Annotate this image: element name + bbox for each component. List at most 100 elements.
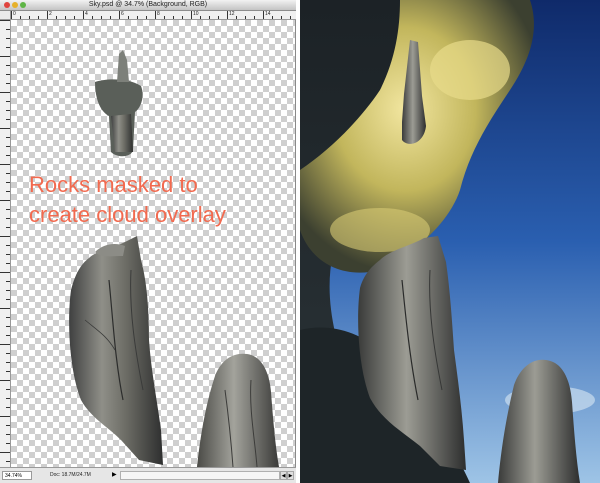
ruler-tick xyxy=(6,65,10,66)
ruler-tick xyxy=(182,16,183,19)
ruler-tick xyxy=(6,461,10,462)
ruler-tick xyxy=(6,254,10,255)
horizontal-scrollbar[interactable] xyxy=(120,471,280,480)
ruler-tick xyxy=(6,173,10,174)
rock-spire-small xyxy=(95,50,143,157)
ruler-tick xyxy=(146,16,147,19)
ruler-tick xyxy=(6,353,10,354)
ruler-tick xyxy=(6,119,10,120)
ruler-tick xyxy=(56,16,57,19)
ruler-tick xyxy=(29,16,30,19)
ruler-tick xyxy=(6,434,10,435)
ruler-tick xyxy=(74,16,75,19)
ruler-tick xyxy=(6,218,10,219)
ruler-tick xyxy=(6,362,10,363)
ruler-label: 6 xyxy=(121,11,124,17)
document-size-info[interactable]: Doc: 18.7M/24.7M xyxy=(50,471,112,480)
ruler-tick xyxy=(164,16,165,19)
ruler-label: 8 xyxy=(157,11,160,17)
ruler-tick xyxy=(0,344,10,345)
triangle-right-icon[interactable]: ▶ xyxy=(112,471,117,480)
document-canvas[interactable]: Rocks masked to create cloud overlay xyxy=(11,20,295,467)
ruler-tick xyxy=(65,16,66,19)
ruler-tick xyxy=(173,16,174,19)
ruler-tick xyxy=(281,16,282,19)
composite-sky-image xyxy=(300,0,600,483)
ruler-tick xyxy=(6,29,10,30)
ruler-tick xyxy=(6,425,10,426)
ruler-tick xyxy=(119,11,120,19)
ruler-tick xyxy=(6,326,10,327)
ruler-tick xyxy=(6,227,10,228)
ruler-tick xyxy=(155,11,156,19)
zoom-level-field[interactable]: 34.74% xyxy=(2,471,32,480)
ruler-tick xyxy=(0,308,10,309)
ruler-tick xyxy=(6,317,10,318)
ruler-tick xyxy=(6,191,10,192)
ruler-tick xyxy=(290,16,291,19)
ruler-tick xyxy=(6,299,10,300)
ruler-tick xyxy=(6,389,10,390)
ruler-tick xyxy=(6,83,10,84)
ruler-tick xyxy=(0,56,10,57)
scroll-right-icon[interactable]: ▶ xyxy=(287,471,294,480)
ruler-tick xyxy=(11,11,12,19)
caption-line-1: Rocks masked to xyxy=(29,172,198,197)
ruler-tick xyxy=(137,16,138,19)
scroll-left-icon[interactable]: ◀ xyxy=(280,471,287,480)
ruler-tick xyxy=(6,263,10,264)
caption-line-2: create cloud overlay xyxy=(29,202,226,227)
ruler-tick xyxy=(0,380,10,381)
ruler-tick xyxy=(245,16,246,19)
ruler-tick xyxy=(0,200,10,201)
ruler-tick xyxy=(6,155,10,156)
sky-cloud-composite xyxy=(300,0,600,483)
ruler-tick xyxy=(254,16,255,19)
ruler-tick xyxy=(6,182,10,183)
ruler-tick xyxy=(6,146,10,147)
annotation-caption: Rocks masked to create cloud overlay xyxy=(29,170,289,230)
photoshop-document-window: Sky.psd @ 34.7% (Background, RGB) 0 2 4 6 8 1… xyxy=(0,0,296,483)
ruler-tick xyxy=(0,164,10,165)
ruler-tick xyxy=(0,20,10,21)
ruler-tick xyxy=(200,16,201,19)
ruler-tick xyxy=(6,38,10,39)
ruler-label: 10 xyxy=(193,11,199,17)
ruler-tick xyxy=(38,16,39,19)
horizontal-ruler[interactable]: 0 2 4 6 8 10 12 14 xyxy=(11,11,296,20)
ruler-tick xyxy=(110,16,111,19)
ruler-tick xyxy=(6,110,10,111)
ruler-tick xyxy=(236,16,237,19)
ruler-label: 12 xyxy=(229,11,235,17)
window-title: Sky.psd @ 34.7% (Background, RGB) xyxy=(88,1,208,8)
ruler-tick xyxy=(6,101,10,102)
ruler-tick xyxy=(6,47,10,48)
ruler-tick xyxy=(0,416,10,417)
ruler-tick xyxy=(0,272,10,273)
rock-pillar-large xyxy=(69,236,163,465)
masked-rocks-layer xyxy=(69,50,279,467)
window-title-bar[interactable]: Sky.psd @ 34.7% (Background, RGB) xyxy=(0,0,296,11)
ruler-tick xyxy=(92,16,93,19)
ruler-tick xyxy=(101,16,102,19)
ruler-tick xyxy=(0,452,10,453)
ruler-tick xyxy=(47,11,48,19)
ruler-tick xyxy=(6,407,10,408)
ruler-tick xyxy=(6,398,10,399)
ruler-tick xyxy=(263,11,264,19)
ruler-tick xyxy=(6,137,10,138)
ruler-tick xyxy=(272,16,273,19)
ruler-label: 0 xyxy=(13,11,16,17)
ruler-tick xyxy=(6,74,10,75)
ruler-tick xyxy=(83,11,84,19)
ruler-tick xyxy=(6,290,10,291)
ruler-origin[interactable] xyxy=(0,11,11,20)
ruler-tick xyxy=(6,371,10,372)
vertical-ruler[interactable] xyxy=(0,20,11,467)
ruler-tick xyxy=(128,16,129,19)
ruler-tick xyxy=(0,92,10,93)
ruler-tick xyxy=(0,236,10,237)
ruler-tick xyxy=(6,245,10,246)
ruler-tick xyxy=(227,11,228,19)
ruler-tick xyxy=(218,16,219,19)
